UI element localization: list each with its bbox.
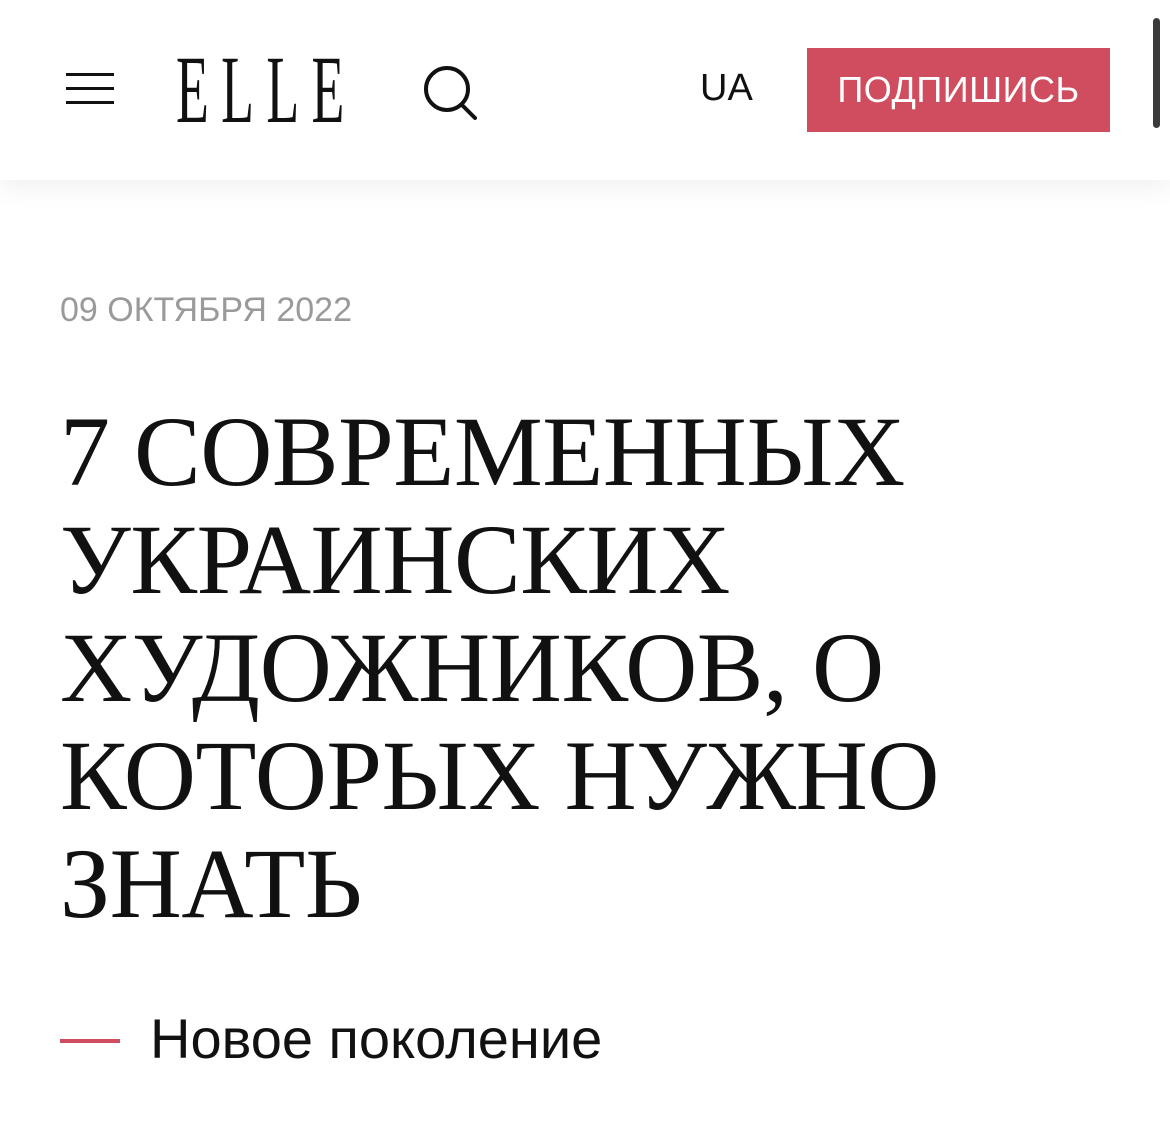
title-line: КОТОРЫХ НУЖНО bbox=[60, 720, 940, 831]
title-line: ХУДОЖНИКОВ, О bbox=[60, 612, 884, 723]
category-dash bbox=[60, 1039, 120, 1043]
site-header: ELLE UA ПОДПИШИСЬ bbox=[0, 0, 1170, 180]
language-switch[interactable]: UA bbox=[700, 66, 753, 110]
publish-date: 09 ОКТЯБРЯ 2022 bbox=[60, 291, 352, 329]
subscribe-button[interactable]: ПОДПИШИСЬ bbox=[807, 48, 1110, 132]
title-line: УКРАИНСКИХ bbox=[60, 504, 730, 615]
elle-logo[interactable]: ELLE bbox=[176, 42, 357, 138]
title-line: ЗНАТЬ bbox=[60, 828, 362, 939]
hamburger-menu-icon[interactable] bbox=[60, 66, 116, 110]
title-line: 7 СОВРЕМЕННЫХ bbox=[60, 396, 905, 507]
search-icon[interactable] bbox=[420, 62, 482, 124]
category-link[interactable]: Новое поколение bbox=[150, 1008, 602, 1070]
scrollbar[interactable] bbox=[1153, 18, 1160, 128]
article-title: 7 СОВРЕМЕННЫХ УКРАИНСКИХ ХУДОЖНИКОВ, О К… bbox=[60, 398, 1060, 938]
